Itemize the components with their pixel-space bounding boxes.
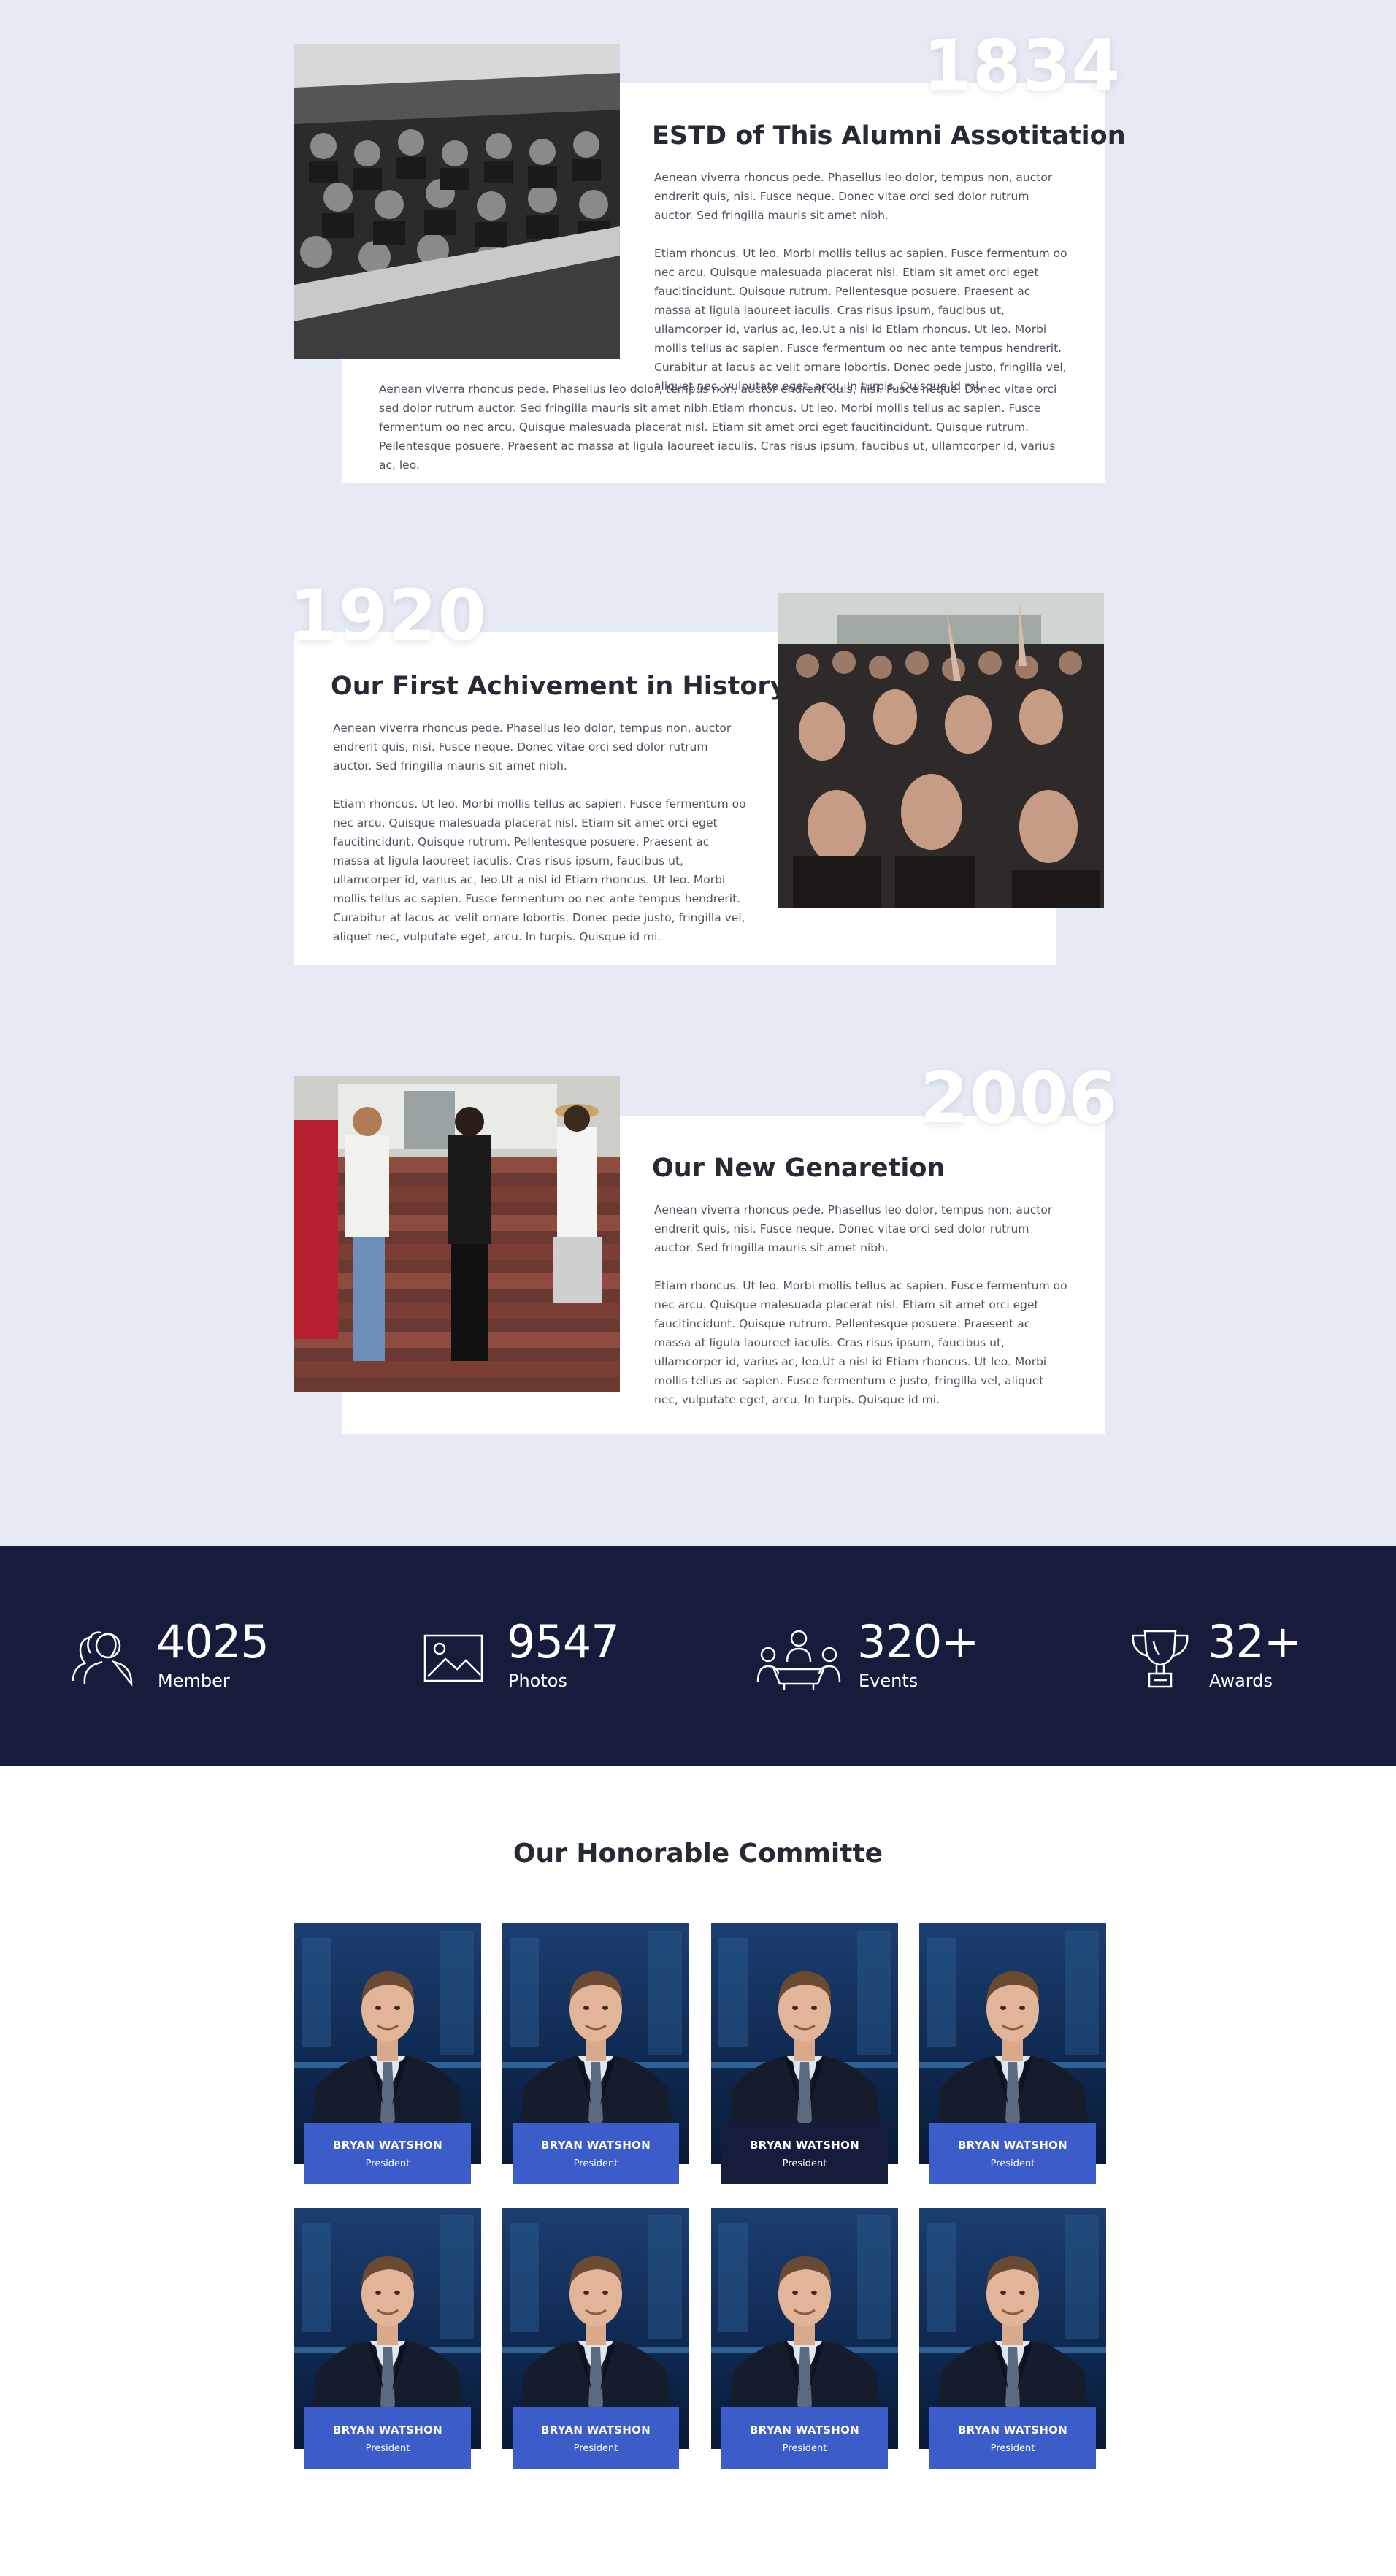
member-name-tag: BRYAN WATSHON President bbox=[721, 2123, 888, 2184]
committee-member-card[interactable]: BRYAN WATSHON President bbox=[502, 2208, 689, 2469]
member-name-tag: BRYAN WATSHON President bbox=[304, 2407, 471, 2469]
stat-label: Member bbox=[158, 1671, 230, 1691]
timeline-paragraph: Aenean viverra rhoncus pede. Phasellus l… bbox=[379, 383, 1057, 472]
member-name: BRYAN WATSHON bbox=[957, 2139, 1068, 2152]
timeline-year: 1834 bbox=[923, 25, 1121, 107]
committee-member-card[interactable]: BRYAN WATSHON President bbox=[294, 1923, 481, 2184]
timeline-paragraph: Aenean viverra rhoncus pede. Phasellus l… bbox=[654, 1203, 1053, 1254]
member-name: BRYAN WATSHON bbox=[540, 2423, 651, 2437]
timeline-photo-crowd bbox=[778, 593, 1104, 908]
committee-member-card[interactable]: BRYAN WATSHON President bbox=[711, 2208, 898, 2469]
member-role: President bbox=[573, 2158, 618, 2169]
timeline-paragraph: Etiam rhoncus. Ut leo. Morbi mollis tell… bbox=[654, 247, 1067, 393]
stat-value: 320+ bbox=[857, 1615, 979, 1668]
committee-member-card[interactable]: BRYAN WATSHON President bbox=[919, 2208, 1106, 2469]
stat-label: Photos bbox=[508, 1671, 567, 1691]
stat-label: Events bbox=[859, 1671, 918, 1691]
stat-value: 9547 bbox=[507, 1615, 620, 1668]
timeline-title: Our First Achivement in History bbox=[331, 672, 787, 701]
timeline-title: Our New Genaretion bbox=[652, 1154, 946, 1183]
timeline-text: Aenean viverra rhoncus pede. Phasellus l… bbox=[654, 168, 1067, 396]
stat-value: 4025 bbox=[156, 1615, 269, 1668]
trophy-icon bbox=[1127, 1625, 1193, 1691]
timeline-paragraph: Aenean viverra rhoncus pede. Phasellus l… bbox=[654, 171, 1053, 222]
history-section: 1834 ESTD of This Alumni Assotitation Ae… bbox=[0, 0, 1396, 1546]
member-role: President bbox=[782, 2158, 827, 2169]
member-role: President bbox=[782, 2443, 827, 2454]
member-role: President bbox=[990, 2443, 1035, 2454]
timeline-photo-audience bbox=[294, 44, 620, 359]
member-name: BRYAN WATSHON bbox=[332, 2139, 443, 2152]
committee-member-card[interactable]: BRYAN WATSHON President bbox=[919, 1923, 1106, 2184]
member-name: BRYAN WATSHON bbox=[540, 2139, 651, 2152]
member-name-tag: BRYAN WATSHON President bbox=[929, 2123, 1096, 2184]
member-name-tag: BRYAN WATSHON President bbox=[929, 2407, 1096, 2469]
member-name-tag: BRYAN WATSHON President bbox=[304, 2123, 471, 2184]
stats-bar: 4025 Member 9547 Photos 320+ Events 32+ … bbox=[0, 1546, 1396, 1766]
members-icon bbox=[70, 1625, 136, 1691]
stat-label: Awards bbox=[1209, 1671, 1273, 1691]
member-name-tag: BRYAN WATSHON President bbox=[513, 2123, 679, 2184]
member-name: BRYAN WATSHON bbox=[749, 2423, 860, 2437]
photo-icon bbox=[421, 1625, 486, 1691]
committee-member-card[interactable]: BRYAN WATSHON President bbox=[502, 1923, 689, 2184]
timeline-paragraph: Etiam rhoncus. Ut leo. Morbi mollis tell… bbox=[654, 1279, 1067, 1406]
timeline-paragraph: Aenean viverra rhoncus pede. Phasellus l… bbox=[333, 721, 732, 773]
timeline-photo-students bbox=[294, 1076, 620, 1392]
member-role: President bbox=[573, 2443, 618, 2454]
timeline-text-wide: Aenean viverra rhoncus pede. Phasellus l… bbox=[379, 380, 1065, 475]
member-role: President bbox=[365, 2158, 410, 2169]
timeline-year: 1920 bbox=[289, 575, 488, 656]
committee-member-card[interactable]: BRYAN WATSHON President bbox=[711, 1923, 898, 2184]
timeline-text: Aenean viverra rhoncus pede. Phasellus l… bbox=[333, 718, 746, 946]
committee-title: Our Honorable Committe bbox=[513, 1839, 883, 1868]
timeline-year: 2006 bbox=[920, 1057, 1119, 1139]
stat-value: 32+ bbox=[1208, 1615, 1302, 1668]
timeline-title: ESTD of This Alumni Assotitation bbox=[652, 121, 1126, 150]
member-name: BRYAN WATSHON bbox=[957, 2423, 1068, 2437]
timeline-paragraph: Etiam rhoncus. Ut leo. Morbi mollis tell… bbox=[333, 797, 746, 943]
timeline-text: Aenean viverra rhoncus pede. Phasellus l… bbox=[654, 1200, 1067, 1409]
member-name: BRYAN WATSHON bbox=[332, 2423, 443, 2437]
member-role: President bbox=[365, 2443, 410, 2454]
member-name-tag: BRYAN WATSHON President bbox=[721, 2407, 888, 2469]
member-name-tag: BRYAN WATSHON President bbox=[513, 2407, 679, 2469]
committee-member-card[interactable]: BRYAN WATSHON President bbox=[294, 2208, 481, 2469]
member-role: President bbox=[990, 2158, 1035, 2169]
member-name: BRYAN WATSHON bbox=[749, 2139, 860, 2152]
meeting-icon bbox=[755, 1625, 843, 1691]
